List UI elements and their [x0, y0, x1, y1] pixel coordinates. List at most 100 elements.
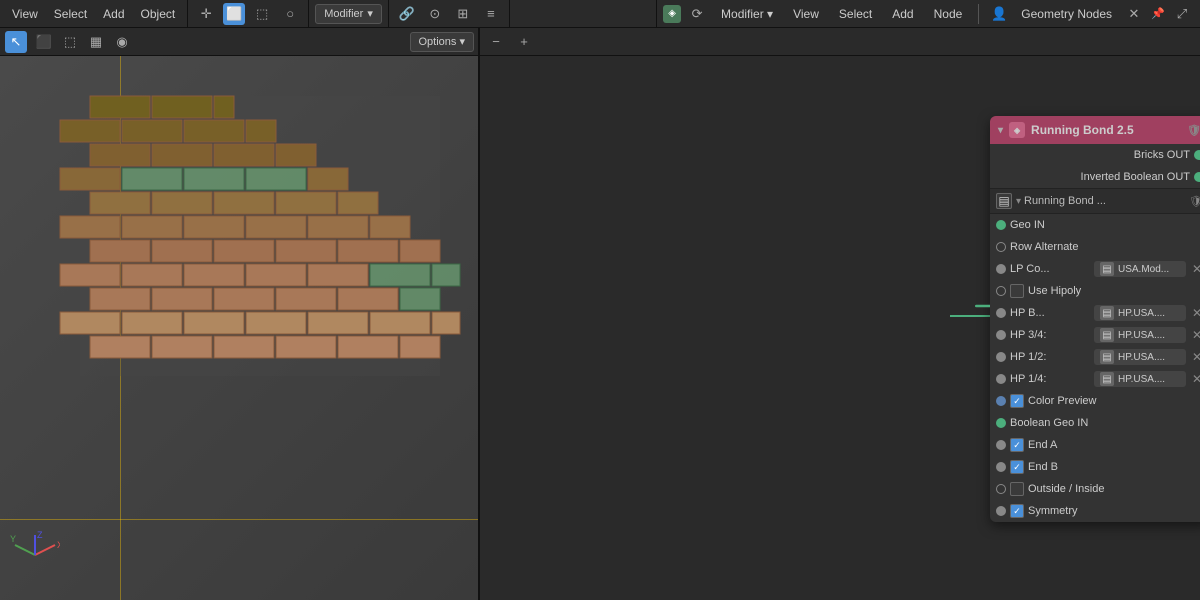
node-menu-modifier[interactable]: Modifier ▾ [713, 0, 781, 27]
node-sync-icon[interactable]: ⟳ [686, 3, 708, 25]
close-icon[interactable]: ✕ [1123, 3, 1145, 25]
input-hp-14: HP 1/4: ▤ HP.USA.... ✕ [990, 368, 1200, 390]
transform-icon[interactable]: ⊞ [452, 3, 474, 25]
svg-text:Y: Y [10, 534, 16, 544]
viewport-canvas[interactable]: X Y Z [0, 56, 478, 600]
node-avatar-icon[interactable]: 👤 [988, 3, 1010, 25]
hp-34-value: HP.USA.... [1118, 330, 1165, 341]
brick-wall-svg [50, 76, 480, 566]
hp-12-label: HP 1/2: [1010, 351, 1090, 363]
hp-12-socket[interactable] [996, 352, 1006, 362]
inverted-bool-socket[interactable] [1194, 172, 1200, 182]
subheader-shield-icon[interactable]: 🛡 [1188, 193, 1200, 209]
cursor-icon[interactable]: ✛ [195, 3, 217, 25]
color-preview-rb-checkbox[interactable]: ✓ [1010, 394, 1024, 408]
input-color-preview-rb: ✓ Color Preview [990, 390, 1200, 412]
lp-co-input[interactable]: ▤ USA.Mod... [1094, 261, 1186, 277]
use-hipoly-checkbox[interactable] [1010, 284, 1024, 298]
node-menu-node[interactable]: Node [926, 0, 971, 27]
outside-inside-socket[interactable] [996, 484, 1006, 494]
input-use-hipoly: Use Hipoly [990, 280, 1200, 302]
tweak-mode-icon[interactable]: ◉ [111, 31, 133, 53]
row-alternate-socket[interactable] [996, 242, 1006, 252]
hp-b-remove-btn[interactable]: ✕ [1190, 306, 1200, 320]
input-end-a: ✓ End A [990, 434, 1200, 456]
edge-mode-icon[interactable]: ⬚ [59, 31, 81, 53]
bricks-out-socket[interactable] [1194, 150, 1200, 160]
hp-14-socket[interactable] [996, 374, 1006, 384]
symmetry-checkbox[interactable]: ✓ [1010, 504, 1024, 518]
select-mode-icon[interactable]: ↖ [5, 31, 27, 53]
hp-14-thumbnail: ▤ [1100, 372, 1114, 386]
select-icon[interactable]: ⬜ [223, 3, 245, 25]
node-menu-view[interactable]: View [785, 0, 827, 27]
circle-icon[interactable]: ○ [279, 3, 301, 25]
node-menu-select[interactable]: Select [831, 0, 880, 27]
hp-b-socket[interactable] [996, 308, 1006, 318]
end-b-socket[interactable] [996, 462, 1006, 472]
node-editor-panel: − + ▾ ◈ Running Bond 2.5 🛡 [480, 28, 1200, 600]
face-mode-icon[interactable]: ▦ [85, 31, 107, 53]
output-bricks-out: Bricks OUT [990, 144, 1200, 166]
row-alternate-label: Row Alternate [1010, 241, 1200, 253]
options-btn[interactable]: Options ▾ [410, 32, 475, 52]
snap-icon[interactable]: 🔗 [396, 3, 418, 25]
end-b-checkbox[interactable]: ✓ [1010, 460, 1024, 474]
lp-co-socket[interactable] [996, 264, 1006, 274]
subheader-img-icon: ▤ [996, 193, 1012, 209]
shield-icon[interactable]: 🛡 [1186, 122, 1200, 138]
proportional-icon[interactable]: ⊙ [424, 3, 446, 25]
hp-12-remove-btn[interactable]: ✕ [1190, 350, 1200, 364]
node-zoom-in-icon[interactable]: + [513, 31, 535, 53]
end-b-label: End B [1028, 461, 1200, 473]
hp-14-label: HP 1/4: [1010, 373, 1090, 385]
hp-34-socket[interactable] [996, 330, 1006, 340]
running-bond-title: Running Bond 2.5 [1031, 123, 1134, 137]
global-transform-btn[interactable]: Modifier ▾ [315, 4, 382, 24]
hp-b-input[interactable]: ▤ HP.USA.... [1094, 305, 1186, 321]
hp-b-value: HP.USA.... [1118, 308, 1165, 319]
subheader-running-bond-text: Running Bond ... [1024, 195, 1184, 207]
menu-object[interactable]: Object [133, 0, 184, 27]
mode-icon[interactable]: ≡ [480, 3, 502, 25]
node-running-bond[interactable]: ▾ ◈ Running Bond 2.5 🛡 Bricks OUT Invert… [990, 116, 1200, 522]
options-label: Options ▾ [419, 35, 466, 48]
node-menu-add[interactable]: Add [884, 0, 921, 27]
use-hipoly-socket[interactable] [996, 286, 1006, 296]
input-boolean-geo-in: Boolean Geo IN [990, 412, 1200, 434]
global-label: Modifier [324, 8, 363, 20]
geo-in-label: Geo IN [1010, 219, 1200, 231]
hp-34-input[interactable]: ▤ HP.USA.... [1094, 327, 1186, 343]
color-preview-rb-socket[interactable] [996, 396, 1006, 406]
editor-title: Geometry Nodes [1015, 7, 1118, 21]
input-hp-b: HP B... ▤ HP.USA.... ✕ [990, 302, 1200, 324]
svg-text:X: X [57, 540, 60, 550]
hp-12-thumbnail: ▤ [1100, 350, 1114, 364]
menu-view[interactable]: View [4, 0, 46, 27]
node-canvas[interactable]: ▾ ◈ Running Bond 2.5 🛡 Bricks OUT Invert… [480, 56, 1200, 600]
menu-add[interactable]: Add [95, 0, 132, 27]
lasso-icon[interactable]: ⬚ [251, 3, 273, 25]
hp-14-input[interactable]: ▤ HP.USA.... [1094, 371, 1186, 387]
fullscreen-icon[interactable]: ⤢ [1171, 3, 1193, 25]
editor-type-icon[interactable]: ◈ [663, 5, 681, 23]
node-zoom-out-icon[interactable]: − [485, 31, 507, 53]
symmetry-socket[interactable] [996, 506, 1006, 516]
hp-12-value: HP.USA.... [1118, 352, 1165, 363]
hp-14-remove-btn[interactable]: ✕ [1190, 372, 1200, 386]
boolean-geo-in-socket[interactable] [996, 418, 1006, 428]
boolean-geo-in-label: Boolean Geo IN [1010, 417, 1200, 429]
hp-34-remove-btn[interactable]: ✕ [1190, 328, 1200, 342]
outside-inside-checkbox[interactable] [1010, 482, 1024, 496]
geo-in-socket[interactable] [996, 220, 1006, 230]
vertex-mode-icon[interactable]: ⬛ [33, 31, 55, 53]
menu-select[interactable]: Select [46, 0, 95, 27]
end-a-socket[interactable] [996, 440, 1006, 450]
end-a-checkbox[interactable]: ✓ [1010, 438, 1024, 452]
node-type-icon: ◈ [1009, 122, 1025, 138]
lp-co-remove-btn[interactable]: ✕ [1190, 262, 1200, 276]
end-a-label: End A [1028, 439, 1200, 451]
pin-icon[interactable]: 📌 [1150, 6, 1166, 22]
hp-12-input[interactable]: ▤ HP.USA.... [1094, 349, 1186, 365]
collapse-icon[interactable]: ▾ [998, 125, 1003, 136]
